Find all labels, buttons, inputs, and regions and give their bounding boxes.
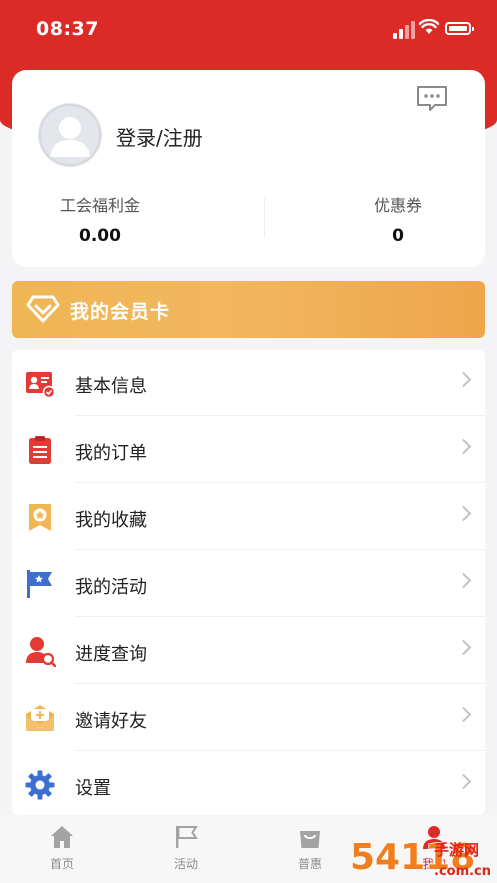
- status-time: 08:37: [36, 18, 99, 40]
- menu-item-settings[interactable]: 设置: [12, 752, 485, 818]
- chevron-right-icon: [455, 505, 472, 522]
- menu-label-my-orders: 我的订单: [75, 443, 147, 464]
- welfare-fund-stat[interactable]: 工会福利金 0.00: [12, 192, 188, 246]
- stat-divider: [264, 198, 265, 238]
- tab-label-activities: 活动: [173, 857, 198, 871]
- svg-text:手游网: 手游网: [434, 841, 479, 859]
- battery-icon: [445, 22, 474, 35]
- divider: [75, 549, 485, 550]
- divider: [75, 683, 485, 684]
- signal-icon: [393, 21, 415, 39]
- default-avatar-icon: [39, 104, 101, 166]
- coupon-stat[interactable]: 优惠券 0: [298, 192, 497, 246]
- bookmark-star-icon: [29, 504, 51, 531]
- tab-label-home: 首页: [49, 857, 74, 871]
- chevron-right-icon: [455, 572, 472, 589]
- shopping-bag-icon: [300, 831, 320, 848]
- tab-home[interactable]: 首页: [0, 815, 124, 883]
- menu-label-invite-friends: 邀请好友: [75, 711, 147, 732]
- menu-label-my-activities: 我的活动: [75, 577, 147, 598]
- home-icon: [51, 826, 73, 848]
- menu-item-invite-friends[interactable]: 邀请好友: [12, 685, 485, 751]
- divider: [75, 482, 485, 483]
- menu-item-my-activities[interactable]: 我的活动: [12, 551, 485, 617]
- tab-activities[interactable]: 活动: [124, 815, 248, 883]
- divider: [75, 750, 485, 751]
- member-card-banner[interactable]: 我的会员卡: [12, 281, 485, 338]
- menu-item-basic-info[interactable]: 基本信息: [12, 350, 485, 416]
- avatar[interactable]: [38, 103, 102, 167]
- menu-label-favorites: 我的收藏: [75, 510, 147, 531]
- flag-icon: [27, 570, 52, 598]
- message-icon[interactable]: [415, 84, 449, 114]
- id-card-icon: [26, 372, 56, 399]
- chevron-right-icon: [455, 438, 472, 455]
- menu-item-favorites[interactable]: 我的收藏: [12, 484, 485, 550]
- invite-envelope-icon: [26, 705, 54, 731]
- menu-item-my-orders[interactable]: 我的订单: [12, 417, 485, 483]
- divider: [75, 415, 485, 416]
- coupon-label: 优惠券: [373, 196, 422, 215]
- chevron-right-icon: [455, 639, 472, 656]
- site-watermark: 54118 手游网 .com.cn: [349, 836, 491, 879]
- status-bar: 08:37: [0, 0, 497, 60]
- menu-list: 基本信息 我的订单 我的收藏 我的活动 进度查询 邀请好友 设置: [12, 350, 485, 815]
- menu-item-progress-query[interactable]: 进度查询: [12, 618, 485, 684]
- menu-label-settings: 设置: [75, 778, 111, 799]
- svg-text:.com.cn: .com.cn: [434, 864, 491, 879]
- chevron-right-icon: [455, 371, 472, 388]
- divider: [75, 616, 485, 617]
- member-card-label: 我的会员卡: [70, 301, 171, 323]
- chevron-right-icon: [455, 706, 472, 723]
- welfare-fund-value: 0.00: [79, 226, 121, 246]
- coupon-value: 0: [392, 226, 404, 246]
- login-register-link[interactable]: 登录/注册: [116, 122, 203, 151]
- gear-icon: [25, 770, 55, 800]
- profile-card: 登录/注册 工会福利金 0.00 优惠券 0: [12, 70, 485, 267]
- user-search-icon: [26, 637, 56, 667]
- menu-label-basic-info: 基本信息: [75, 376, 147, 397]
- wifi-icon: [419, 19, 439, 34]
- welfare-fund-label: 工会福利金: [59, 196, 140, 215]
- diamond-icon: [26, 295, 60, 323]
- chevron-right-icon: [455, 773, 472, 790]
- clipboard-icon: [29, 436, 51, 464]
- flag-icon: [176, 826, 198, 848]
- menu-label-progress-query: 进度查询: [75, 644, 147, 665]
